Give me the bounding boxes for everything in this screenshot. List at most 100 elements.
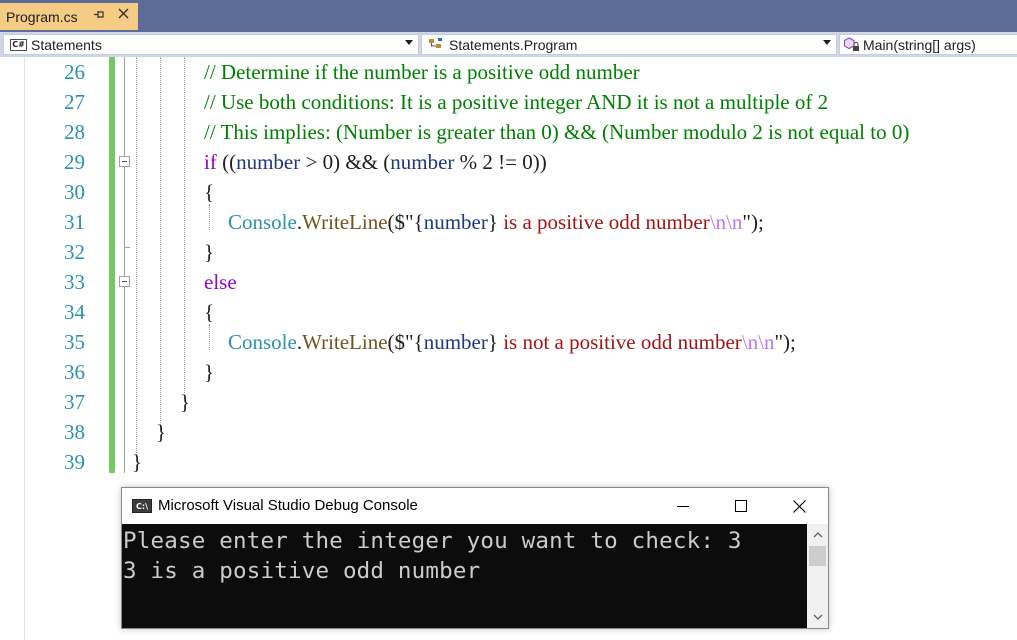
line-number: 27 [64,90,85,114]
code-token: { [413,210,424,234]
code-token: // Use both conditions: It is a positive… [204,90,829,114]
chevron-down-icon[interactable] [807,609,828,626]
code-line: } [204,237,214,267]
code-token: } [487,330,498,354]
code-line: if ((number > 0) && (number % 2 != 0)) [204,147,547,177]
outline-line [124,57,125,156]
code-token: Console [228,330,297,354]
code-token: { [204,300,215,324]
code-line: Console.WriteLine($"{number} is not a po… [228,327,796,357]
code-token: } [180,390,191,414]
tab-program-cs[interactable]: Program.cs [0,3,138,30]
console-title: Microsoft Visual Studio Debug Console [158,497,418,514]
code-line: Console.WriteLine($"{number} is a positi… [228,207,764,237]
code-token: \n\n [741,330,775,354]
code-token: "); [742,210,764,234]
line-number: 29 [64,150,85,174]
code-token: (( [216,150,237,174]
code-token: Console [228,210,297,234]
console-app-icon: C:\ [132,499,152,513]
line-number: 30 [64,180,85,204]
code-token: } [132,450,143,474]
debug-console-window[interactable]: C:\ Microsoft Visual Studio Debug Consol… [121,487,829,629]
indent-guide [184,57,185,399]
code-token: \n\n [709,210,743,234]
method-icon [844,36,862,53]
indent-guide [209,204,210,230]
console-scrollbar[interactable] [807,524,828,628]
glyph-margin [0,57,25,640]
line-number: 33 [64,270,85,294]
document-tab-strip: Program.cs [0,0,1017,32]
code-token: WriteLine [302,210,388,234]
line-number: 36 [64,360,85,384]
code-token: } [204,240,215,264]
outline-line [124,247,125,276]
minimize-icon [677,506,689,507]
minimize-button[interactable] [654,488,712,524]
code-token: ($" [387,330,414,354]
line-number: 26 [64,60,85,84]
code-token: } [156,420,167,444]
code-token: is not a positive odd number [497,330,742,354]
change-tracking-bar [109,57,115,473]
code-token: } [204,360,215,384]
code-line: { [204,297,214,327]
close-icon[interactable] [117,6,130,24]
line-number: 34 [64,300,85,324]
line-number: 32 [64,240,85,264]
collapse-toggle[interactable] [119,156,130,167]
close-button[interactable] [770,488,828,524]
maximize-button[interactable] [712,488,770,524]
code-token: number [236,150,301,174]
collapse-toggle[interactable] [119,276,130,287]
member-label: Main(string[] args) [863,36,976,53]
code-token: } [487,210,498,234]
console-title-bar[interactable]: C:\ Microsoft Visual Studio Debug Consol… [122,488,828,524]
code-line: // This implies: (Number is greater than… [204,117,909,147]
csharp-icon: C# [10,38,27,51]
chevron-up-icon[interactable] [807,526,828,543]
console-line: Please enter the integer you want to che… [123,528,742,554]
code-token: else [204,270,237,294]
code-token: is a positive odd number [497,210,710,234]
chevron-down-icon[interactable] [823,38,831,49]
code-token: WriteLine [302,330,388,354]
code-token: // Determine if the number is a positive… [204,60,640,84]
code-token: > 0) && ( [300,150,391,174]
code-token: number [390,150,455,174]
console-output[interactable]: Please enter the integer you want to che… [122,524,807,628]
code-token: { [413,330,424,354]
outline-line [124,167,125,247]
project-dropdown[interactable]: C# Statements [3,34,419,55]
code-token: % 2 != 0)) [454,150,547,174]
project-label: Statements [31,36,102,53]
scrollbar-thumb[interactable] [809,546,826,566]
tab-title: Program.cs [6,8,78,25]
type-dropdown[interactable]: Statements.Program [421,34,837,55]
code-token: // This implies: (Number is greater than… [204,120,910,144]
member-dropdown[interactable]: Main(string[] args) [839,34,1017,55]
maximize-icon [735,500,747,512]
type-label: Statements.Program [449,36,578,53]
chevron-down-icon[interactable] [405,38,413,49]
code-line: } [156,417,166,447]
line-number: 28 [64,120,85,144]
code-token: ($" [387,210,414,234]
code-token: number [423,330,488,354]
indent-guide [160,57,161,429]
outline-line [124,287,125,473]
navigation-bar: C# Statements Statements.Program Main(st… [0,32,1017,57]
pin-icon[interactable] [93,8,106,24]
code-token: number [423,210,488,234]
line-number: 31 [64,210,85,234]
code-token: { [204,180,215,204]
indent-guide [209,324,210,350]
class-icon [427,37,445,53]
code-line: // Determine if the number is a positive… [204,57,640,87]
indent-guide [136,57,137,457]
code-token: "); [774,330,796,354]
code-line: } [132,447,142,477]
code-line: // Use both conditions: It is a positive… [204,87,828,117]
line-number: 37 [64,390,85,414]
